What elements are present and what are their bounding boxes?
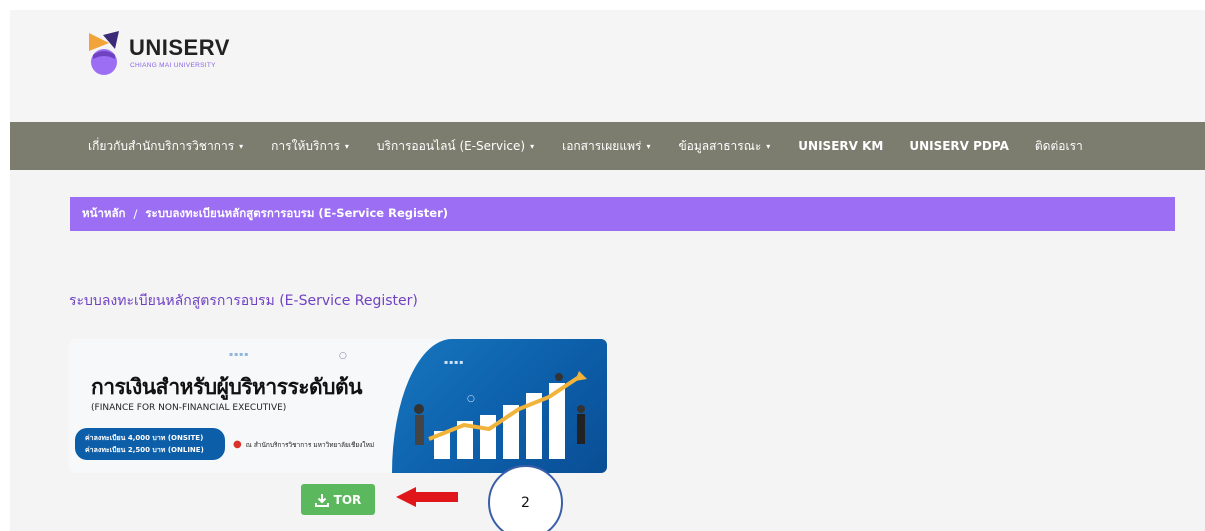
nav-item-label: การให้บริการ [271, 138, 340, 153]
caret-down-icon: ▾ [239, 141, 244, 151]
nav-item-label: UNISERV KM [798, 139, 884, 153]
nav-item-e-service[interactable]: บริการออนไลน์ (E-Service) ▾ [377, 137, 534, 156]
nav-items: เกี่ยวกับสำนักบริการวิชาการ ▾ การให้บริกา… [88, 122, 1083, 170]
fee-onsite: ค่าลงทะเบียน 4,000 บาท (ONSITE) [85, 434, 204, 442]
nav-item-uniserv-pdpa[interactable]: UNISERV PDPA [909, 139, 1009, 153]
brand-subtitle: CHIANG MAI UNIVERSITY [130, 62, 216, 69]
nav-item-publications[interactable]: เอกสารเผยแพร่ ▾ [562, 137, 650, 156]
growth-chart-illustration-icon [414, 371, 587, 459]
breadcrumb-home-link[interactable]: หน้าหลัก [82, 205, 126, 223]
banner-subtitle: (FINANCE FOR NON-FINANCIAL EXECUTIVE) [91, 403, 287, 413]
nav-item-label: เกี่ยวกับสำนักบริการวิชาการ [88, 138, 235, 153]
nav-item-label: เอกสารเผยแพร่ [562, 138, 642, 153]
nav-item-uniserv-km[interactable]: UNISERV KM [798, 139, 883, 153]
venue-text: ณ สำนักบริการวิชาการ มหาวิทยาลัยเชียงใหม… [245, 440, 375, 449]
nav-item-label: ติดต่อเรา [1034, 138, 1083, 153]
breadcrumb-current: ระบบลงทะเบียนหลักสูตรการอบรม (E-Service … [145, 206, 448, 220]
decor-circle-icon: ○ [339, 351, 348, 361]
breadcrumb: หน้าหลัก / ระบบลงทะเบียนหลักสูตรการอบรม … [70, 197, 1175, 231]
map-pin-icon: ● [233, 439, 242, 450]
course-banner[interactable]: ▪▪▪▪ ○ ▪▪▪▪ ○ การเงินสำหรับผู้บริหารระดั… [69, 339, 607, 473]
callout-number: 2 [521, 494, 530, 511]
tor-label: TOR [333, 492, 362, 507]
nav-item-label: ข้อมูลสาธารณะ [678, 138, 762, 153]
caret-down-icon: ▾ [766, 141, 771, 151]
fee-online: ค่าลงทะเบียน 2,500 บาท (ONLINE) [85, 446, 204, 454]
tor-download-button[interactable]: TOR [301, 484, 375, 515]
nav-item-label: บริการออนไลน์ (E-Service) [376, 138, 526, 153]
fee-badge: ค่าลงทะเบียน 4,000 บาท (ONSITE) ค่าลงทะเ… [75, 428, 225, 460]
caret-down-icon: ▾ [530, 141, 535, 151]
decor-dots-icon: ▪▪▪▪ [229, 351, 250, 358]
caret-down-icon: ▾ [646, 141, 651, 151]
page: UNISERV CHIANG MAI UNIVERSITY เกี่ยวกับส… [0, 0, 1205, 531]
page-title: ระบบลงทะเบียนหลักสูตรการอบรม (E-Service … [69, 293, 418, 309]
step-callout: 2 [488, 465, 563, 531]
nav-item-about[interactable]: เกี่ยวกับสำนักบริการวิชาการ ▾ [88, 137, 243, 156]
nav-item-public-info[interactable]: ข้อมูลสาธารณะ ▾ [678, 137, 770, 156]
nav-item-label: UNISERV PDPA [909, 139, 1009, 153]
nav-item-contact[interactable]: ติดต่อเรา [1035, 137, 1083, 156]
banner-title: การเงินสำหรับผู้บริหารระดับต้น [91, 375, 362, 399]
uniserv-logo[interactable]: UNISERV CHIANG MAI UNIVERSITY [85, 29, 265, 77]
brand-name: UNISERV [129, 35, 230, 60]
decor-dots-icon: ▪▪▪▪ [444, 359, 465, 366]
caret-down-icon: ▾ [344, 141, 349, 151]
logo-mark-icon [89, 31, 119, 75]
breadcrumb-separator: / [133, 207, 138, 221]
nav-item-services[interactable]: การให้บริการ ▾ [271, 137, 349, 156]
venue: ● ณ สำนักบริการวิชาการ มหาวิทยาลัยเชียงใ… [233, 439, 374, 450]
main-navbar: เกี่ยวกับสำนักบริการวิชาการ ▾ การให้บริกา… [10, 122, 1205, 170]
arrow-left-icon [396, 487, 458, 507]
download-icon [314, 493, 329, 507]
